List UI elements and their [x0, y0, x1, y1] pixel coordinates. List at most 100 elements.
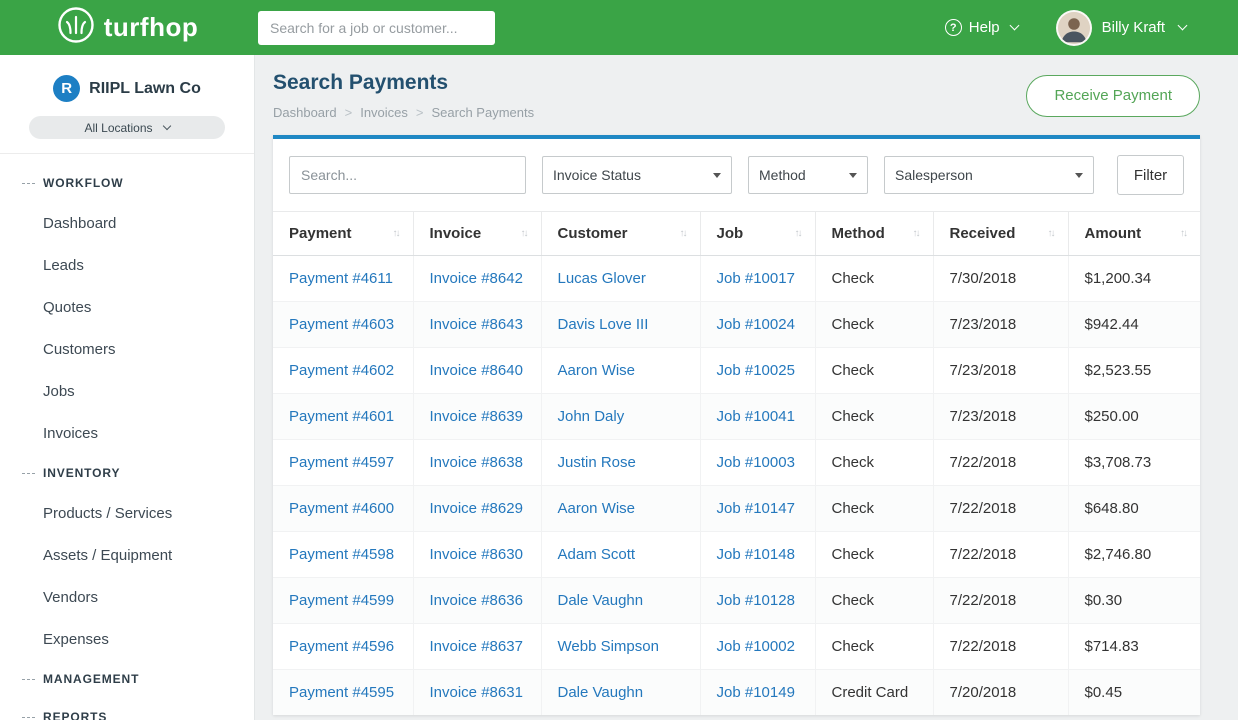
- customer-cell[interactable]: Aaron Wise: [541, 348, 700, 394]
- customer-cell[interactable]: Webb Simpson: [541, 624, 700, 670]
- sidebar-section-management: MANAGEMENT: [0, 660, 254, 698]
- job-cell[interactable]: Job #10002: [700, 624, 815, 670]
- sort-icon: ↑↓: [1048, 228, 1056, 239]
- customer-cell[interactable]: Justin Rose: [541, 440, 700, 486]
- column-header-customer[interactable]: Customer↑↓: [541, 212, 700, 256]
- job-cell[interactable]: Job #10041: [700, 394, 815, 440]
- company-name: RIIPL Lawn Co: [89, 80, 201, 98]
- job-cell[interactable]: Job #10149: [700, 670, 815, 716]
- received-cell: 7/20/2018: [933, 670, 1068, 716]
- sidebar-item-products-services[interactable]: Products / Services: [0, 492, 254, 534]
- payment-cell[interactable]: Payment #4600: [273, 486, 413, 532]
- payment-cell[interactable]: Payment #4596: [273, 624, 413, 670]
- sidebar-item-jobs[interactable]: Jobs: [0, 370, 254, 412]
- section-dash-icon: [22, 473, 35, 474]
- table-row: Payment #4599Invoice #8636Dale VaughnJob…: [273, 578, 1200, 624]
- sidebar-item-customers[interactable]: Customers: [0, 328, 254, 370]
- location-selector[interactable]: All Locations: [29, 116, 225, 139]
- invoice-cell[interactable]: Invoice #8642: [413, 256, 541, 302]
- column-header-payment[interactable]: Payment↑↓: [273, 212, 413, 256]
- turfhop-logo-icon: [57, 6, 95, 49]
- job-cell[interactable]: Job #10148: [700, 532, 815, 578]
- column-header-received[interactable]: Received↑↓: [933, 212, 1068, 256]
- payment-cell[interactable]: Payment #4597: [273, 440, 413, 486]
- sidebar-item-dashboard[interactable]: Dashboard: [0, 202, 254, 244]
- amount-cell: $1,200.34: [1068, 256, 1200, 302]
- method-cell: Check: [815, 578, 933, 624]
- breadcrumb: Dashboard > Invoices > Search Payments: [273, 105, 534, 120]
- help-menu[interactable]: ? Help: [945, 19, 1018, 36]
- method-cell: Check: [815, 486, 933, 532]
- invoice-cell[interactable]: Invoice #8637: [413, 624, 541, 670]
- app-logo[interactable]: turfhop: [0, 6, 255, 49]
- section-dash-icon: [22, 183, 35, 184]
- sort-icon: ↑↓: [521, 228, 529, 239]
- invoice-cell[interactable]: Invoice #8643: [413, 302, 541, 348]
- payment-cell[interactable]: Payment #4602: [273, 348, 413, 394]
- payment-cell[interactable]: Payment #4603: [273, 302, 413, 348]
- sidebar-item-invoices[interactable]: Invoices: [0, 412, 254, 454]
- table-row: Payment #4597Invoice #8638Justin RoseJob…: [273, 440, 1200, 486]
- salesperson-select[interactable]: Salesperson: [884, 156, 1094, 194]
- received-cell: 7/22/2018: [933, 578, 1068, 624]
- customer-cell[interactable]: Davis Love III: [541, 302, 700, 348]
- invoice-cell[interactable]: Invoice #8638: [413, 440, 541, 486]
- sidebar-item-leads[interactable]: Leads: [0, 244, 254, 286]
- job-cell[interactable]: Job #10003: [700, 440, 815, 486]
- received-cell: 7/23/2018: [933, 394, 1068, 440]
- sidebar-item-expenses[interactable]: Expenses: [0, 618, 254, 660]
- sidebar-section-inventory: INVENTORY: [0, 454, 254, 492]
- job-cell[interactable]: Job #10128: [700, 578, 815, 624]
- job-cell[interactable]: Job #10025: [700, 348, 815, 394]
- customer-cell[interactable]: Lucas Glover: [541, 256, 700, 302]
- column-header-invoice[interactable]: Invoice ↑↓: [413, 212, 541, 256]
- sidebar-item-quotes[interactable]: Quotes: [0, 286, 254, 328]
- invoice-cell[interactable]: Invoice #8629: [413, 486, 541, 532]
- customer-cell[interactable]: Dale Vaughn: [541, 670, 700, 716]
- payment-cell[interactable]: Payment #4611: [273, 256, 413, 302]
- job-cell[interactable]: Job #10147: [700, 486, 815, 532]
- user-menu[interactable]: Billy Kraft: [1056, 10, 1186, 46]
- breadcrumb-dashboard[interactable]: Dashboard: [273, 105, 337, 120]
- payment-cell[interactable]: Payment #4598: [273, 532, 413, 578]
- sidebar-item-assets-equipment[interactable]: Assets / Equipment: [0, 534, 254, 576]
- breadcrumb-separator: >: [345, 105, 353, 120]
- breadcrumb-separator: >: [416, 105, 424, 120]
- filter-button[interactable]: Filter: [1117, 155, 1184, 195]
- column-header-amount[interactable]: Amount↑↓: [1068, 212, 1200, 256]
- column-label: Payment: [289, 225, 352, 242]
- section-label: MANAGEMENT: [43, 672, 139, 686]
- customer-cell[interactable]: Dale Vaughn: [541, 578, 700, 624]
- column-header-job[interactable]: Job↑↓: [700, 212, 815, 256]
- customer-cell[interactable]: John Daly: [541, 394, 700, 440]
- invoice-cell[interactable]: Invoice #8631: [413, 670, 541, 716]
- caret-down-icon: [1075, 173, 1083, 178]
- invoice-cell[interactable]: Invoice #8630: [413, 532, 541, 578]
- column-header-method[interactable]: Method↑↓: [815, 212, 933, 256]
- received-cell: 7/22/2018: [933, 532, 1068, 578]
- job-cell[interactable]: Job #10024: [700, 302, 815, 348]
- payment-cell[interactable]: Payment #4601: [273, 394, 413, 440]
- table-body: Payment #4611Invoice #8642Lucas GloverJo…: [273, 256, 1200, 716]
- column-label: Invoice: [430, 225, 482, 242]
- job-cell[interactable]: Job #10017: [700, 256, 815, 302]
- receive-payment-button[interactable]: Receive Payment: [1026, 75, 1200, 117]
- payment-cell[interactable]: Payment #4595: [273, 670, 413, 716]
- sidebar-item-vendors[interactable]: Vendors: [0, 576, 254, 618]
- customer-cell[interactable]: Aaron Wise: [541, 486, 700, 532]
- sidebar-section-workflow: WORKFLOW: [0, 164, 254, 202]
- invoice-cell[interactable]: Invoice #8636: [413, 578, 541, 624]
- invoice-status-select[interactable]: Invoice Status: [542, 156, 732, 194]
- breadcrumb-invoices[interactable]: Invoices: [360, 105, 408, 120]
- payments-search-input[interactable]: [289, 156, 526, 194]
- customer-cell[interactable]: Adam Scott: [541, 532, 700, 578]
- method-select[interactable]: Method: [748, 156, 868, 194]
- global-search-input[interactable]: [258, 11, 495, 45]
- filter-bar: Invoice Status Method Salesperson Filter: [273, 139, 1200, 211]
- payment-cell[interactable]: Payment #4599: [273, 578, 413, 624]
- invoice-cell[interactable]: Invoice #8639: [413, 394, 541, 440]
- table-row: Payment #4596Invoice #8637Webb SimpsonJo…: [273, 624, 1200, 670]
- table-row: Payment #4601Invoice #8639John DalyJob #…: [273, 394, 1200, 440]
- invoice-cell[interactable]: Invoice #8640: [413, 348, 541, 394]
- user-name: Billy Kraft: [1102, 19, 1165, 36]
